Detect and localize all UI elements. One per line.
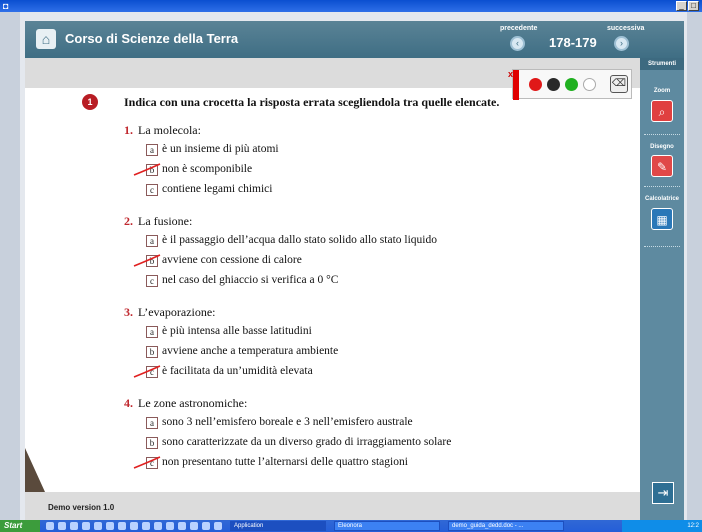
taskbar-item[interactable]: Eleonora [334,521,440,531]
quicklaunch-icon[interactable] [142,522,150,530]
quicklaunch-icon[interactable] [166,522,174,530]
black-swatch[interactable] [547,78,560,91]
footer: Demo version 1.0 [25,492,640,520]
quicklaunch-icon[interactable] [118,522,126,530]
page-numbers: 178-179 [549,35,597,50]
question-text: L’evaporazione: [138,305,216,319]
question-number: 2. [124,214,133,228]
question-number: 3. [124,305,133,319]
option-text: contiene legami chimici [162,183,273,195]
next-label: successiva [607,25,645,32]
option-checkbox[interactable]: a [146,144,158,156]
option-text: sono 3 nell’emisfero boreale e 3 nell’em… [162,416,413,428]
option-text: è un insieme di più atomi [162,143,279,155]
option-checkbox[interactable]: c [146,275,158,287]
prev-page-button[interactable]: ‹ [510,36,525,51]
option-checkbox[interactable]: a [146,235,158,247]
quicklaunch-icon[interactable] [82,522,90,530]
taskbar-item[interactable]: Application [230,521,326,531]
calculator-label: Calcolatrice [644,196,680,202]
option-text: non è scomponibile [162,163,253,175]
quicklaunch-icon[interactable] [46,522,54,530]
window-controls: _ □ [676,1,699,11]
sidebar-divider [644,134,680,135]
tools-sidebar: Strumenti Zoom ⌕ Disegno ✎ Calcolatrice … [640,58,684,520]
page-content [25,88,640,492]
window-title-bar: ◘ _ □ [0,0,702,12]
tools-heading: Strumenti [640,58,684,70]
option-text: è il passaggio dell’acqua dallo stato so… [162,234,437,246]
option-text: avviene con cessione di calore [162,254,302,266]
quicklaunch-icon[interactable] [94,522,102,530]
option-text: nel caso del ghiaccio si verifica a 0 °C [162,274,339,286]
palette-handle[interactable] [513,70,519,100]
maximize-button[interactable]: □ [688,1,699,11]
white-swatch[interactable] [583,78,596,91]
system-tray: 12:2 [622,520,702,532]
option-text: avviene anche a temperatura ambiente [162,345,339,357]
question-text: Le zone astronomiche: [138,396,248,410]
pencil-icon[interactable]: ✎ [651,155,673,177]
option-checkbox[interactable]: a [146,417,158,429]
question-text: La fusione: [138,214,193,228]
drawn-checkmark [133,163,161,176]
green-swatch[interactable] [565,78,578,91]
clock: 12:2 [687,523,699,529]
option-checkbox[interactable]: a [146,326,158,338]
version-label: Demo version 1.0 [48,503,115,512]
calculator-icon[interactable]: ▦ [651,208,673,230]
question-number: 4. [124,396,133,410]
minimize-button[interactable]: _ [676,1,687,11]
exercise-number: 1 [82,94,98,110]
quicklaunch-icon[interactable] [190,522,198,530]
exercise-instruction: Indica con una crocetta la risposta erra… [124,95,500,109]
next-page-button[interactable]: › [614,36,629,51]
option-checkbox[interactable]: c [146,184,158,196]
app-title: Corso di Scienze della Terra [65,31,239,46]
question-number: 1. [124,123,133,137]
option-text: è più intensa alle basse latitudini [162,325,312,337]
start-button[interactable]: Start [0,520,40,532]
quicklaunch-icon[interactable] [70,522,78,530]
drawn-checkmark [133,254,161,267]
system-menu-icon[interactable]: ◘ [3,1,13,11]
quicklaunch-icon[interactable] [130,522,138,530]
option-text: sono caratterizzate da un diverso grado … [162,436,452,448]
app-header: ⌂ Corso di Scienze della Terra precedent… [25,21,684,58]
color-palette: x ⌫ [508,69,632,100]
exit-icon[interactable]: ⇥ [652,482,674,504]
sidebar-divider [644,246,680,247]
taskbar-item[interactable]: demo_guida_dedd.doc - ... [448,521,564,531]
mountain-image [25,448,45,492]
palette-close-icon[interactable]: x [508,69,513,79]
red-swatch[interactable] [529,78,542,91]
prev-label: precedente [500,25,538,32]
question-text: La molecola: [138,123,201,137]
drawn-checkmark [133,365,161,378]
zoom-icon[interactable]: ⌕ [651,100,673,122]
option-text: non presentano tutte l’alternarsi delle … [162,456,408,468]
quicklaunch-icon[interactable] [214,522,222,530]
zoom-label: Zoom [653,88,671,94]
quicklaunch-icon[interactable] [154,522,162,530]
eraser-icon[interactable]: ⌫ [610,75,628,93]
quicklaunch-icon[interactable] [106,522,114,530]
home-icon[interactable]: ⌂ [36,29,56,49]
sidebar-divider [644,186,680,187]
drawn-checkmark [133,456,161,469]
option-checkbox[interactable]: b [146,346,158,358]
option-text: è facilitata da un’umidità elevata [162,365,313,377]
draw-label: Disegno [650,144,674,150]
quicklaunch-icon[interactable] [202,522,210,530]
taskbar: Start Application Eleonora demo_guida_de… [0,520,702,532]
option-checkbox[interactable]: b [146,437,158,449]
quicklaunch-icon[interactable] [178,522,186,530]
quicklaunch-icon[interactable] [58,522,66,530]
